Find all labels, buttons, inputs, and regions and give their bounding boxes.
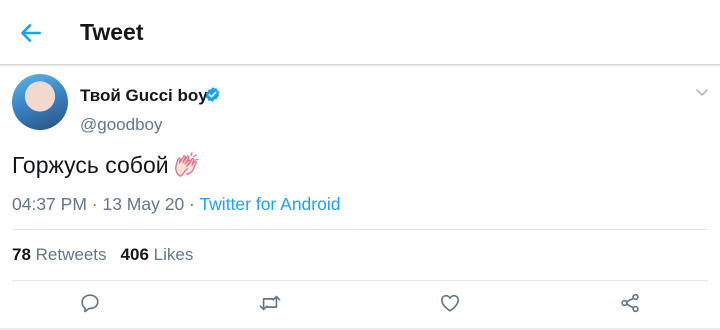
top-app-bar: Tweet — [0, 0, 720, 65]
divider — [12, 280, 708, 281]
display-name[interactable]: Твой Gucci boy — [80, 86, 208, 106]
arrow-left-icon — [21, 24, 41, 42]
tweet-source-link[interactable]: Twitter for Android — [199, 194, 340, 214]
likes-count: 406 — [120, 245, 149, 264]
meta-separator: · — [184, 194, 200, 214]
chevron-down-icon[interactable] — [694, 84, 710, 100]
like-button[interactable] — [437, 290, 463, 316]
share-button[interactable] — [617, 290, 643, 316]
avatar[interactable] — [12, 74, 68, 130]
tweet-date: 13 May 20 — [102, 194, 185, 214]
meta-separator: · — [86, 194, 103, 214]
share-icon — [621, 293, 639, 313]
tweet-meta: 04:37 PM · 13 May 20 · Twitter for Andro… — [12, 194, 340, 215]
tweet-time: 04:37 PM — [12, 194, 87, 214]
reply-button[interactable] — [77, 290, 103, 316]
like-icon — [440, 294, 460, 312]
retweet-icon — [259, 295, 281, 311]
tweet-text: Горжусь собой — [12, 150, 201, 180]
user-handle[interactable]: @goodboy — [80, 115, 163, 135]
retweets-stat[interactable]: 78 Retweets — [12, 245, 107, 264]
back-button[interactable] — [14, 16, 48, 50]
retweets-count: 78 — [12, 245, 31, 264]
divider — [12, 229, 708, 230]
retweets-label: Retweets — [35, 245, 107, 264]
page-title: Tweet — [80, 19, 144, 45]
tweet-stats: 78 Retweets 406 Likes — [12, 245, 193, 265]
retweet-button[interactable] — [257, 290, 283, 316]
verified-badge-icon — [205, 87, 220, 102]
tweet-body: Горжусь собой — [12, 151, 169, 178]
likes-label: Likes — [153, 245, 194, 264]
reply-icon — [81, 294, 99, 313]
likes-stat[interactable]: 406 Likes — [121, 245, 194, 264]
clapping-hands-icon — [174, 152, 199, 177]
